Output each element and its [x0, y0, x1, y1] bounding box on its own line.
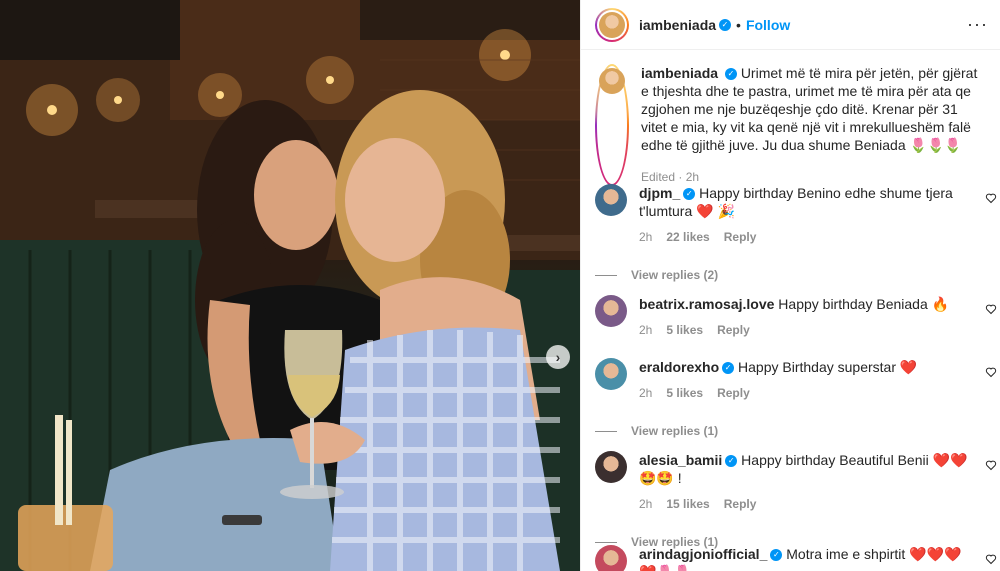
post-header: iambeniada ✓ • Follow ···: [581, 0, 1000, 50]
comment-username[interactable]: eraldorexho: [639, 359, 719, 375]
avatar: [599, 11, 625, 38]
comment-item: arindagjoniofficial_ ✓ Motra ime e shpirt…: [581, 545, 1000, 571]
avatar: [599, 68, 625, 94]
chevron-right-icon: ›: [555, 349, 561, 365]
view-replies-button[interactable]: View replies (1): [595, 422, 969, 440]
comment-time: 2h: [639, 230, 653, 244]
heart-outline-icon[interactable]: [985, 459, 997, 471]
comment-username[interactable]: djpm_: [639, 185, 680, 201]
more-options-icon[interactable]: ···: [967, 14, 988, 35]
comment-likes[interactable]: 22 likes: [666, 228, 709, 246]
verified-badge-icon: ✓: [725, 455, 738, 468]
photo-illustration: [0, 0, 580, 571]
view-replies-label: View replies (2): [631, 268, 719, 282]
replies-divider: [595, 541, 617, 543]
caption-time: 2h: [685, 170, 700, 184]
post-side-panel: iambeniada ✓ • Follow ··· iambeniada ✓ U…: [580, 0, 1000, 571]
reply-button[interactable]: Reply: [724, 495, 757, 513]
reply-button[interactable]: Reply: [724, 228, 757, 246]
comment-username[interactable]: arindagjoniofficial_: [639, 546, 767, 562]
post-photo[interactable]: ›: [0, 0, 580, 571]
comment-item: eraldorexho ✓ Happy Birthday superstar ❤️…: [581, 358, 1000, 440]
verified-badge-icon: ✓: [719, 18, 732, 31]
next-photo-button[interactable]: ›: [546, 345, 570, 369]
reply-button[interactable]: Reply: [717, 321, 750, 339]
edited-label: Edited: [641, 170, 676, 184]
comment-actions: 2h 5 likes Reply: [639, 384, 969, 402]
comment-text: Happy Birthday superstar ❤️: [738, 359, 918, 375]
comment-username[interactable]: beatrix.ramosaj.love: [639, 296, 774, 312]
view-replies-label: View replies (1): [631, 424, 719, 438]
comment-time: 2h: [639, 386, 653, 400]
comment-actions: 2h 5 likes Reply: [639, 321, 969, 339]
comment-actions: 2h 15 likes Reply: [639, 495, 969, 513]
replies-divider: [595, 430, 617, 432]
comment-time: 2h: [639, 497, 653, 511]
replies-divider: [595, 274, 617, 276]
reply-button[interactable]: Reply: [717, 384, 750, 402]
post-caption: iambeniada ✓ Urimet më të mira për jetën…: [581, 50, 1000, 186]
comment-item: alesia_bamii ✓ Happy birthday Beautiful B…: [581, 451, 1000, 551]
comment-likes[interactable]: 15 likes: [666, 495, 709, 513]
comment-item: beatrix.ramosaj.love Happy birthday Beni…: [581, 295, 1000, 339]
view-replies-button[interactable]: View replies (2): [595, 266, 969, 284]
commenter-avatar[interactable]: [595, 295, 627, 327]
comment-item: djpm_ ✓ Happy birthday Benino edhe shume …: [581, 184, 1000, 284]
follow-button[interactable]: Follow: [746, 17, 790, 33]
verified-badge-icon: ✓: [683, 188, 696, 201]
verified-badge-icon: ✓: [770, 549, 783, 562]
comment-text: Happy birthday Beniada 🔥: [778, 296, 950, 312]
heart-outline-icon[interactable]: [985, 366, 997, 378]
comment-likes[interactable]: 5 likes: [666, 384, 703, 402]
heart-outline-icon[interactable]: [985, 192, 997, 204]
heart-outline-icon[interactable]: [985, 553, 997, 565]
comment-likes[interactable]: 5 likes: [666, 321, 703, 339]
commenter-avatar[interactable]: [595, 358, 627, 390]
comment-username[interactable]: alesia_bamii: [639, 452, 722, 468]
caption-username[interactable]: iambeniada: [641, 65, 718, 81]
comment-time: 2h: [639, 323, 653, 337]
header-separator: •: [736, 16, 741, 33]
commenter-avatar[interactable]: [595, 184, 627, 216]
story-ring[interactable]: [595, 7, 629, 42]
caption-avatar-ring[interactable]: [595, 64, 629, 186]
comment-actions: 2h 22 likes Reply: [639, 228, 969, 246]
verified-badge-icon: ✓: [724, 68, 737, 81]
commenter-avatar[interactable]: [595, 451, 627, 483]
heart-outline-icon[interactable]: [985, 303, 997, 315]
commenter-avatar[interactable]: [595, 545, 627, 571]
verified-badge-icon: ✓: [722, 362, 735, 375]
header-username[interactable]: iambeniada: [639, 17, 716, 33]
